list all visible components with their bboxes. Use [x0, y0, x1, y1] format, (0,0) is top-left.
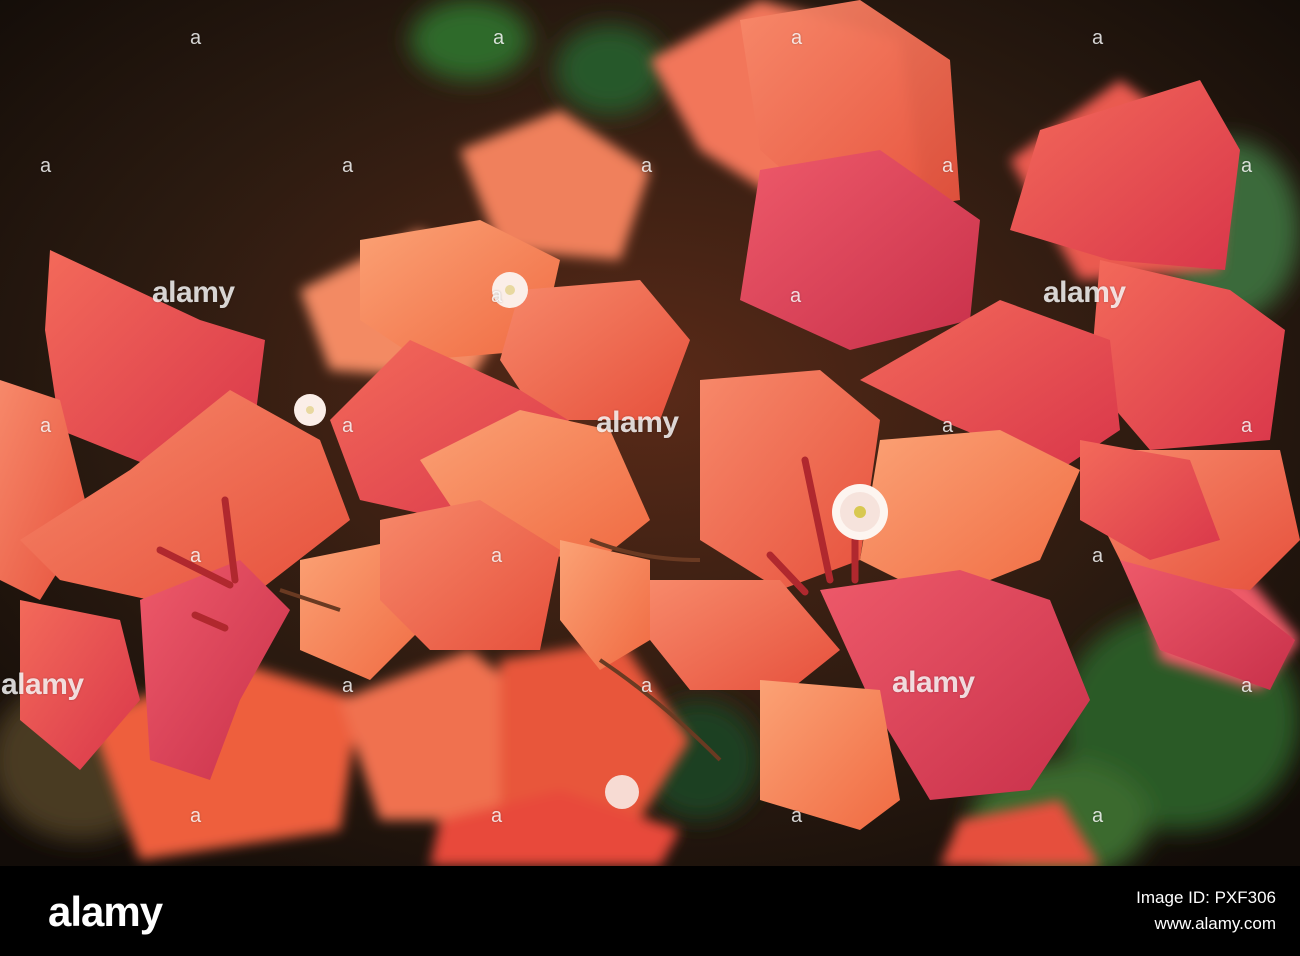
- brand-logo: alamy: [48, 888, 163, 935]
- bougainvillea-photo: [0, 0, 1300, 866]
- stock-footer: alamy Image ID: PXF306 www.alamy.com: [0, 866, 1300, 956]
- image-frame: alamy alamy alamy alamy alamy a a a a a …: [0, 0, 1300, 956]
- image-id: Image ID: PXF306: [1136, 888, 1276, 907]
- site-url: www.alamy.com: [1154, 914, 1276, 933]
